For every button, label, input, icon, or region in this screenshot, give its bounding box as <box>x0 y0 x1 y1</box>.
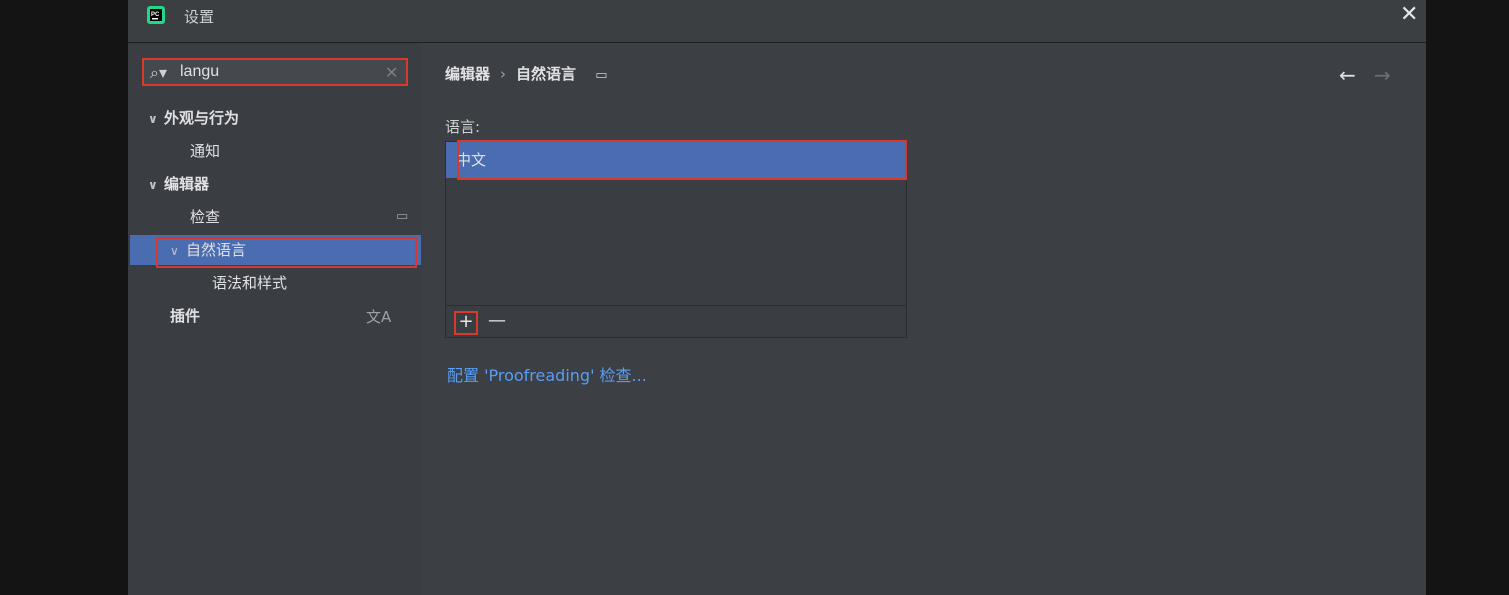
chevron-down-icon[interactable]: ∨ <box>148 104 164 134</box>
svg-text:PC: PC <box>151 12 160 18</box>
close-icon[interactable]: ✕ <box>1400 4 1418 26</box>
breadcrumb-current: 自然语言 <box>516 65 577 83</box>
sidebar-item-plugins[interactable]: 插件 <box>170 301 200 331</box>
languages-label: 语言: <box>445 118 481 136</box>
chevron-down-icon[interactable]: ∨ <box>148 170 164 200</box>
clear-icon[interactable]: ✕ <box>385 63 398 82</box>
window-title: 设置 <box>184 8 215 26</box>
remove-language-button[interactable]: — <box>488 310 506 331</box>
sidebar-item-editor[interactable]: ∨ 编辑器 <box>148 169 209 199</box>
sidebar-item-label: 外观与行为 <box>164 109 240 127</box>
breadcrumb-separator: › <box>500 65 507 83</box>
add-icon: + <box>458 311 474 332</box>
sidebar-item-grammar-style[interactable]: 语法和样式 <box>212 268 287 298</box>
back-arrow-icon[interactable]: ← <box>1339 63 1356 87</box>
sidebar-item-label: 插件 <box>170 307 201 325</box>
sidebar-item-appearance[interactable]: ∨ 外观与行为 <box>148 103 239 133</box>
chevron-down-icon[interactable]: ∨ <box>170 236 186 266</box>
add-language-button[interactable]: + <box>454 311 478 335</box>
sidebar-item-label: 自然语言 <box>186 241 247 259</box>
sidebar-item-label: 语法和样式 <box>212 274 288 292</box>
project-scope-icon: ▭ <box>396 209 409 224</box>
forward-arrow-icon[interactable]: → <box>1374 63 1391 87</box>
project-scope-icon: ▭ <box>595 68 608 83</box>
sidebar-item-natural-languages[interactable]: ∨ 自然语言 <box>130 235 421 265</box>
configure-proofreading-link[interactable]: 配置 'Proofreading' 检查... <box>447 362 647 386</box>
search-box[interactable]: ⌕▾ ✕ <box>142 58 408 86</box>
breadcrumb-parent[interactable]: 编辑器 <box>445 65 490 83</box>
translate-icon: 文A <box>366 308 392 326</box>
title-bar: PC 设置 ✕ <box>128 0 1426 43</box>
settings-content: 编辑器 › 自然语言 ▭ ← → 语言: 中文 + — 配置 'Proofreadi… <box>421 43 1426 595</box>
list-item[interactable]: 中文 <box>446 142 906 178</box>
languages-list[interactable]: 中文 + — <box>445 140 907 338</box>
sidebar-item-inspections[interactable]: 检查 <box>190 202 220 232</box>
search-icon[interactable]: ⌕▾ <box>150 63 167 83</box>
sidebar-item-label: 编辑器 <box>164 175 210 193</box>
list-toolbar: + — <box>446 305 906 338</box>
settings-sidebar: ⌕▾ ✕ ∨外观与行为 通知 ∨编辑器 检查 ▭ ∨自然语言 语法和样式 插件 … <box>128 43 421 595</box>
settings-dialog: PC 设置 ✕ ⌕▾ ✕ ∨外观与行为 通知 ∨编辑器 检查 ▭ ∨自然语言 语… <box>128 0 1426 595</box>
sidebar-item-notifications[interactable]: 通知 <box>190 136 220 166</box>
sidebar-item-label: 检查 <box>190 208 221 226</box>
pycharm-logo-icon: PC <box>147 6 165 24</box>
search-input[interactable] <box>180 63 370 81</box>
sidebar-item-label: 通知 <box>190 142 221 160</box>
breadcrumb: 编辑器 › 自然语言 ▭ <box>445 63 608 84</box>
